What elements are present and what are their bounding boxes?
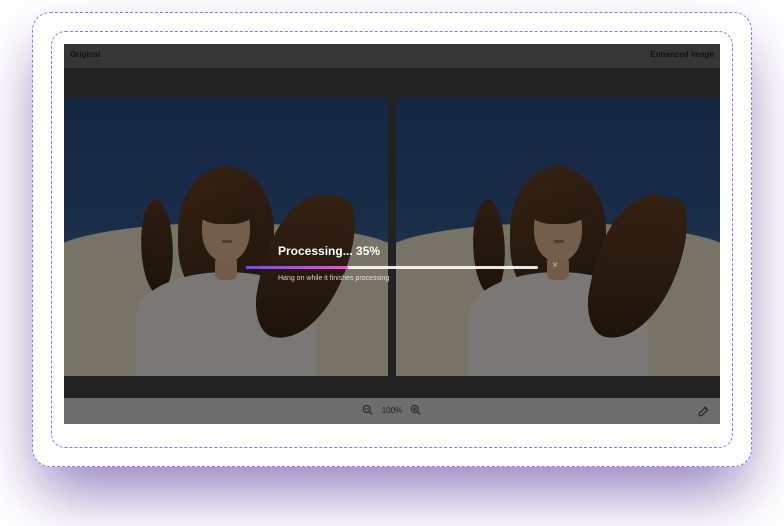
progress-bar: × (246, 266, 538, 269)
processing-overlay: Processing... 35% × Hang on while it fin… (64, 244, 720, 282)
zoom-in-icon[interactable] (410, 404, 422, 416)
dim-overlay (64, 44, 720, 424)
processing-percent: 35% (356, 244, 380, 258)
inner-frame: Original Enhanced Image (51, 31, 733, 448)
bottom-bar: 100% (64, 398, 720, 424)
progress-fill (246, 266, 348, 269)
processing-prefix: Processing... (278, 244, 356, 258)
app-window: Original Enhanced Image (64, 44, 720, 424)
zoom-value: 100% (382, 406, 402, 415)
processing-note: Hang on while it finishes processing (278, 275, 720, 282)
zoom-controls: 100% (362, 404, 422, 416)
outer-frame: Original Enhanced Image (32, 12, 752, 467)
close-button[interactable]: × (552, 260, 558, 271)
edit-button[interactable] (696, 403, 712, 419)
zoom-out-icon[interactable] (362, 404, 374, 416)
processing-title: Processing... 35% (278, 244, 720, 258)
